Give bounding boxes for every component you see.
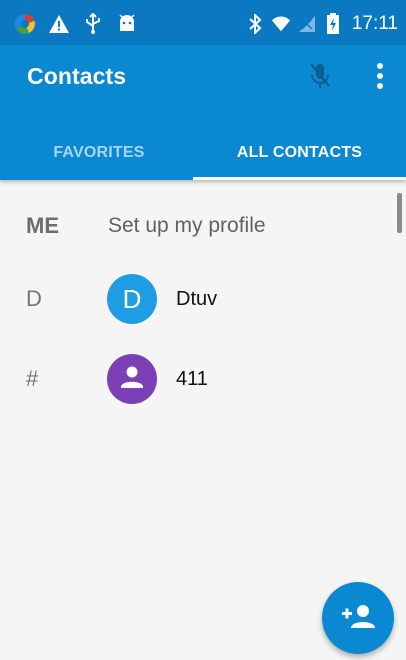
section-header-hash: # bbox=[26, 366, 39, 391]
section-header-d: D bbox=[26, 286, 42, 311]
voice-search-button[interactable] bbox=[302, 60, 338, 96]
add-person-icon bbox=[341, 603, 375, 634]
avatar-letter-d: D bbox=[107, 274, 157, 324]
tab-all-contacts[interactable]: ALL CONTACTS bbox=[193, 125, 406, 180]
list-scrollbar[interactable] bbox=[397, 193, 402, 233]
tab-favorites[interactable]: FAVORITES bbox=[0, 125, 198, 180]
overflow-menu-button[interactable] bbox=[362, 60, 398, 96]
status-time: 17:11 bbox=[351, 13, 398, 34]
bluetooth-icon bbox=[245, 13, 265, 35]
section-header-me: ME bbox=[26, 213, 59, 238]
contact-row-411[interactable]: # 411 bbox=[0, 338, 406, 418]
app-bar: Contacts FAVORITES ALL CONTACTS bbox=[0, 45, 406, 180]
status-indicators: 17:11 bbox=[239, 13, 398, 35]
person-icon bbox=[119, 364, 145, 395]
android-icon bbox=[116, 13, 138, 35]
contact-row-dtuv[interactable]: D D Dtuv bbox=[0, 258, 406, 338]
battery-charging-icon bbox=[323, 13, 343, 35]
color-circle-icon bbox=[14, 13, 36, 35]
overflow-menu-icon bbox=[376, 62, 384, 95]
alert-icon bbox=[48, 13, 70, 35]
setup-profile-text: Set up my profile bbox=[108, 214, 266, 237]
avatar-person bbox=[107, 354, 157, 404]
avatar-letter: D bbox=[122, 283, 142, 314]
app-title: Contacts bbox=[27, 63, 127, 89]
no-signal-icon bbox=[297, 13, 317, 35]
status-notifications bbox=[14, 13, 150, 35]
contacts-screen: 17:11 Contacts FAVORITES ALL CONTACTS ME… bbox=[0, 0, 406, 660]
mic-off-icon bbox=[308, 61, 332, 96]
add-contact-button[interactable] bbox=[322, 582, 394, 654]
me-profile-row[interactable]: ME Set up my profile bbox=[0, 185, 406, 265]
wifi-icon bbox=[271, 13, 291, 35]
usb-icon bbox=[82, 13, 104, 35]
contact-name: 411 bbox=[176, 368, 208, 390]
status-bar: 17:11 bbox=[0, 0, 406, 45]
contact-name: Dtuv bbox=[176, 288, 218, 310]
